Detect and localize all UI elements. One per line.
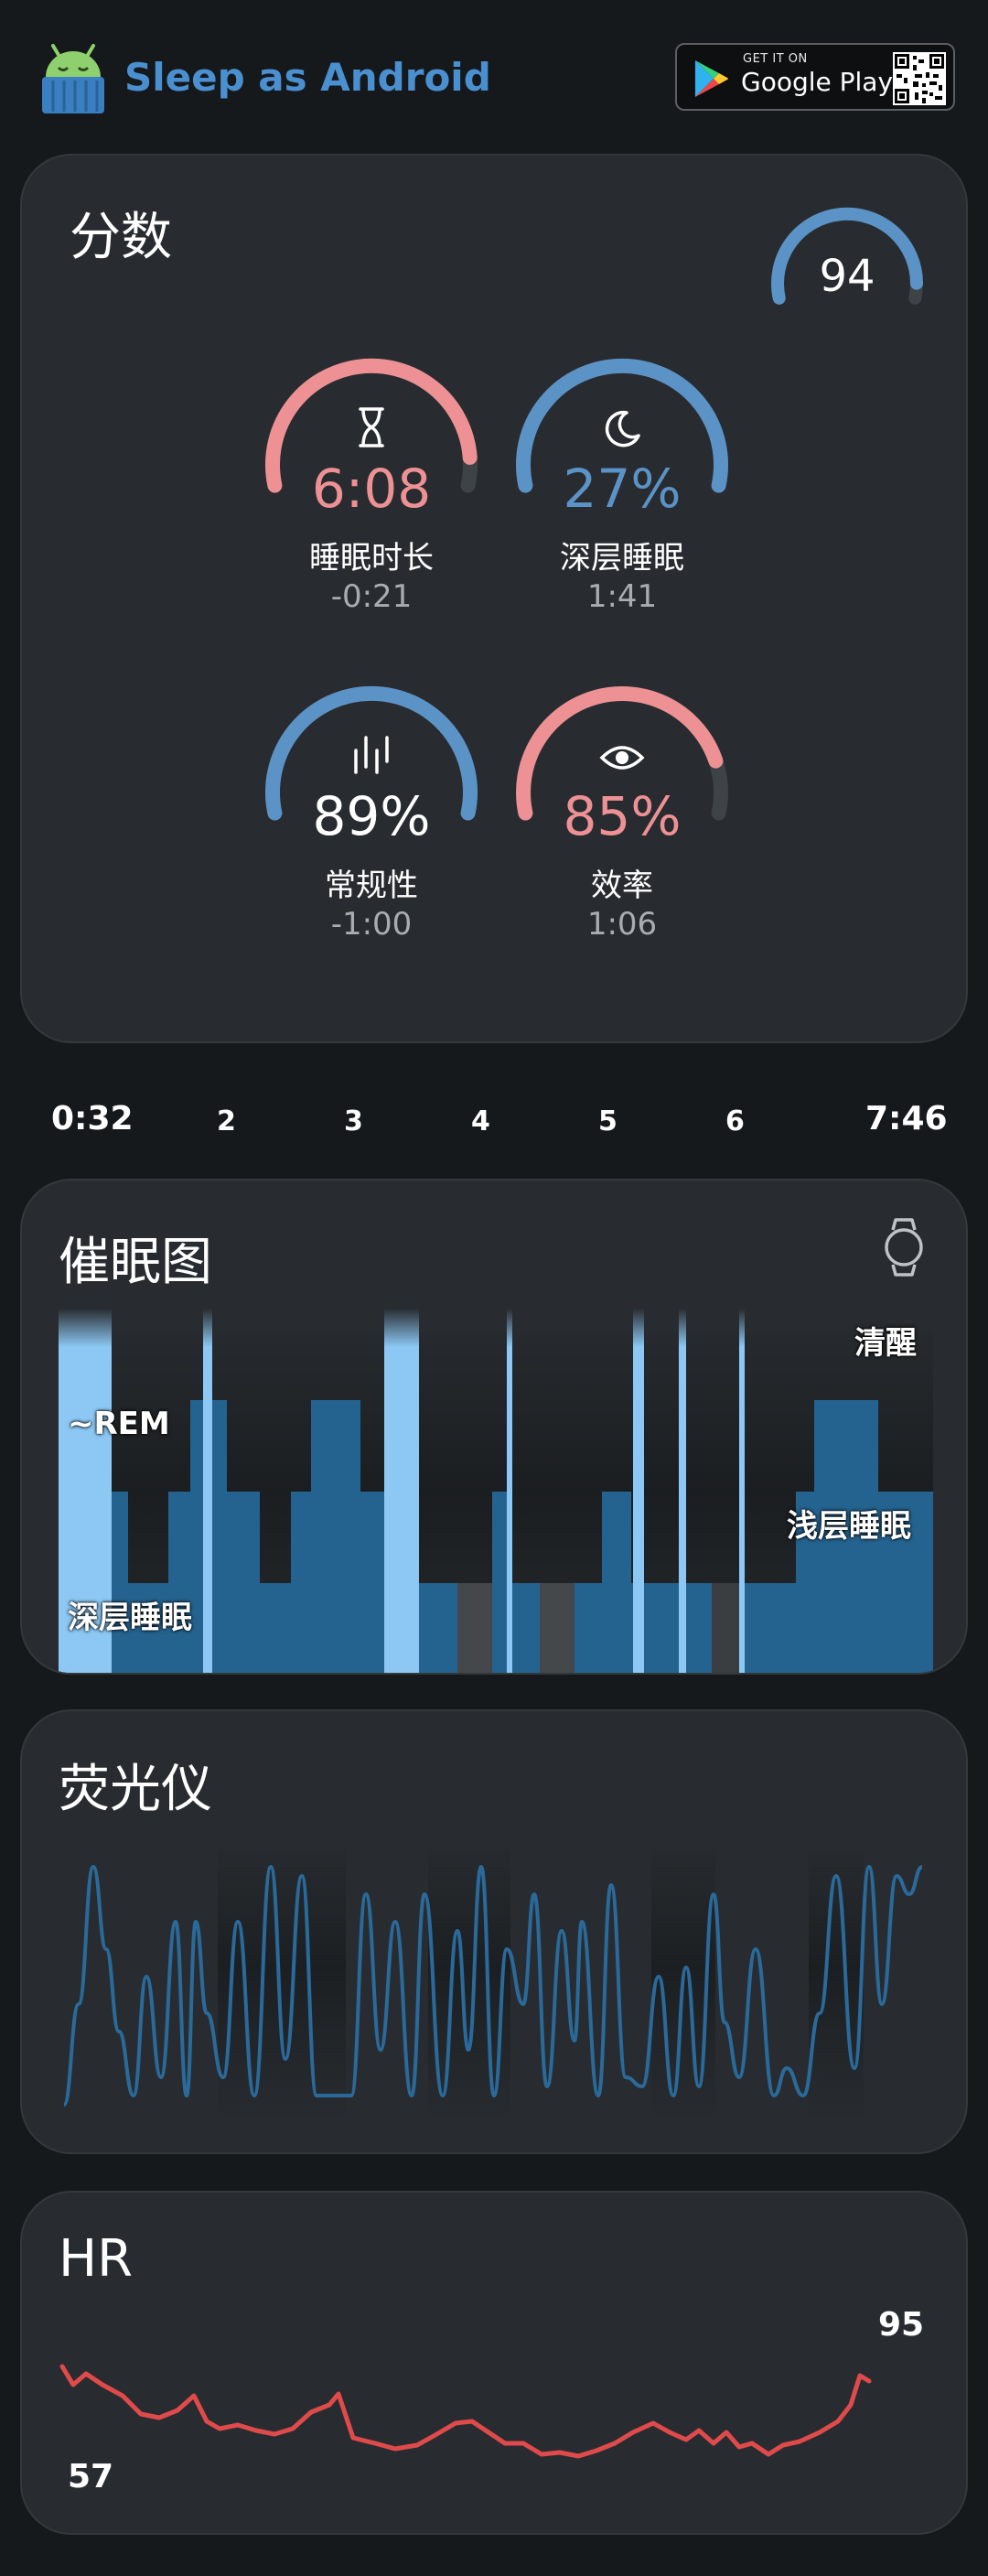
moon-icon (605, 410, 640, 447)
sleep-duration-gauge: 6:08 睡眠时长 -0:21 (262, 355, 481, 620)
actigraph-band (809, 1839, 864, 2123)
time-hour-3: 3 (344, 1105, 363, 1137)
total-score-gauge: 94 (765, 199, 929, 328)
efficiency-value: 85% (563, 785, 682, 847)
google-play-icon (695, 60, 728, 97)
time-hour-6: 6 (725, 1105, 745, 1137)
deep-sleep-label: 深层睡眠 (560, 540, 684, 577)
hypnogram-stage-block (743, 1583, 796, 1673)
total-score-value: 94 (819, 251, 875, 302)
time-hour-4: 4 (471, 1105, 490, 1137)
regularity-value: 89% (312, 785, 431, 847)
hypnogram-stage-block (712, 1583, 743, 1673)
badge-get-it-on: GET IT ON (743, 52, 808, 66)
rem-label: ~REM (68, 1406, 170, 1442)
hypnogram-stage-block (291, 1492, 311, 1673)
app-title: Sleep as Android (124, 55, 491, 100)
actigraph-title: 荧光仪 (59, 1760, 212, 1819)
efficiency-gauge: 85% 效率 1:06 (512, 683, 732, 948)
android-sleep-logo (42, 44, 104, 113)
score-title: 分数 (70, 208, 172, 267)
hr-title: HR (59, 2229, 134, 2289)
sleep-duration-delta: -0:21 (330, 578, 413, 615)
heart-rate-line (59, 2364, 872, 2459)
deep-sleep-duration: 1:41 (586, 578, 658, 615)
hr-max-label: 95 (878, 2306, 925, 2344)
regularity-icon (354, 736, 389, 774)
hypnogram-stage-block (311, 1400, 360, 1673)
heart-rate-card: HR 95 57 (20, 2191, 968, 2535)
badge-google-play: Google Play (741, 67, 894, 97)
efficiency-label: 效率 (591, 868, 653, 904)
hr-min-label: 57 (68, 2458, 114, 2495)
hypnogram-stage-block (260, 1583, 291, 1673)
hypnogram-stage-block (419, 1583, 457, 1673)
actigraph-band (218, 1839, 346, 2123)
hypnogram-stage-block (575, 1583, 602, 1673)
time-start: 0:32 (51, 1100, 134, 1137)
sleep-duration-label: 睡眠时长 (309, 540, 434, 577)
deep-sleep-gauge: 27% 深层睡眠 1:41 (512, 355, 732, 620)
time-axis: 0:32 2 3 4 5 6 7:46 (0, 1089, 988, 1162)
hourglass-icon (359, 407, 384, 447)
app-header: Sleep as Android GET IT ON Google Play (0, 0, 988, 156)
heart-rate-chart (59, 2364, 872, 2459)
time-hour-2: 2 (217, 1105, 236, 1137)
actigraph-chart (62, 1839, 923, 2123)
regularity-delta: -1:00 (330, 906, 413, 943)
deep-sleep-value: 27% (563, 458, 682, 520)
regularity-gauge: 89% 常规性 -1:00 (262, 683, 481, 948)
hypnogram-stage-block (168, 1492, 190, 1673)
hypnogram-stage-block (360, 1492, 386, 1673)
watch-icon[interactable] (882, 1217, 926, 1277)
efficiency-duration: 1:06 (586, 906, 658, 943)
hypnogram-stage-block (112, 1492, 128, 1673)
sleep-duration-value: 6:08 (311, 458, 432, 520)
time-hour-5: 5 (598, 1105, 618, 1137)
score-card: 分数 94 6:08 睡眠时长 -0:21 27% 深层睡眠 1:41 89% … (20, 154, 968, 1043)
light-sleep-label: 浅层睡眠 (787, 1508, 911, 1545)
regularity-label: 常规性 (325, 868, 418, 904)
hypnogram-stage-block (227, 1492, 260, 1673)
deep-sleep-label: 深层睡眠 (68, 1600, 192, 1636)
time-end: 7:46 (865, 1100, 948, 1137)
eye-icon (599, 746, 645, 770)
fade-overlay (59, 1309, 933, 1418)
qr-code-icon (893, 52, 946, 105)
awake-label: 清醒 (854, 1325, 917, 1362)
hypnogram-card: 催眠图 清醒 ~REM 浅层睡眠 深层睡眠 (20, 1179, 968, 1675)
actigraph-card: 荧光仪 (20, 1709, 968, 2154)
hypnogram-title: 催眠图 (59, 1233, 212, 1292)
hypnogram-stage-block (602, 1492, 631, 1673)
google-play-badge[interactable]: GET IT ON Google Play (675, 43, 955, 111)
hypnogram-stage-block (512, 1583, 540, 1673)
